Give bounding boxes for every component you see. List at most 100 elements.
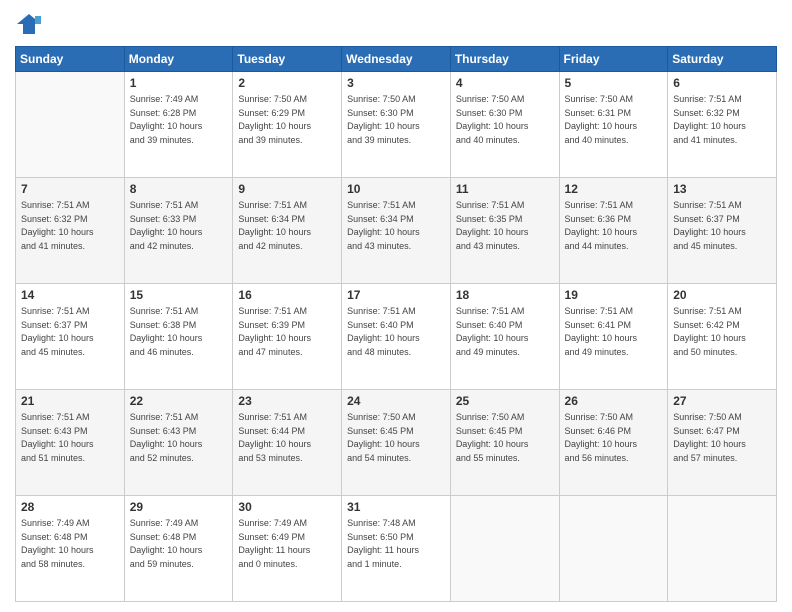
day-info: Sunrise: 7:49 AM Sunset: 6:28 PM Dayligh…	[130, 93, 228, 147]
day-number: 15	[130, 288, 228, 302]
day-number: 12	[565, 182, 663, 196]
day-info: Sunrise: 7:51 AM Sunset: 6:32 PM Dayligh…	[21, 199, 119, 253]
day-number: 16	[238, 288, 336, 302]
day-number: 28	[21, 500, 119, 514]
calendar-cell: 5 Sunrise: 7:50 AM Sunset: 6:31 PM Daylig…	[559, 72, 668, 178]
calendar-week-0: 1 Sunrise: 7:49 AM Sunset: 6:28 PM Daylig…	[16, 72, 777, 178]
calendar-cell: 20 Sunrise: 7:51 AM Sunset: 6:42 PM Dayli…	[668, 284, 777, 390]
day-number: 19	[565, 288, 663, 302]
logo-icon	[15, 10, 43, 38]
header	[15, 10, 777, 38]
day-info: Sunrise: 7:51 AM Sunset: 6:40 PM Dayligh…	[456, 305, 554, 359]
calendar-cell: 14 Sunrise: 7:51 AM Sunset: 6:37 PM Dayli…	[16, 284, 125, 390]
day-number: 1	[130, 76, 228, 90]
calendar-cell: 18Sunrise: 7:51 AM Sunset: 6:40 PM Dayli…	[450, 284, 559, 390]
day-info: Sunrise: 7:50 AM Sunset: 6:30 PM Dayligh…	[347, 93, 445, 147]
calendar-cell: 21Sunrise: 7:51 AM Sunset: 6:43 PM Dayli…	[16, 390, 125, 496]
calendar-cell: 26 Sunrise: 7:50 AM Sunset: 6:46 PM Dayli…	[559, 390, 668, 496]
calendar-cell	[16, 72, 125, 178]
calendar-cell: 23Sunrise: 7:51 AM Sunset: 6:44 PM Dayli…	[233, 390, 342, 496]
day-info: Sunrise: 7:51 AM Sunset: 6:39 PM Dayligh…	[238, 305, 336, 359]
day-info: Sunrise: 7:51 AM Sunset: 6:33 PM Dayligh…	[130, 199, 228, 253]
day-info: Sunrise: 7:51 AM Sunset: 6:34 PM Dayligh…	[238, 199, 336, 253]
calendar-cell: 27 Sunrise: 7:50 AM Sunset: 6:47 PM Dayli…	[668, 390, 777, 496]
day-number: 17	[347, 288, 445, 302]
col-header-sunday: Sunday	[16, 47, 125, 72]
calendar-cell: 6 Sunrise: 7:51 AM Sunset: 6:32 PM Daylig…	[668, 72, 777, 178]
day-number: 26	[565, 394, 663, 408]
day-number: 24	[347, 394, 445, 408]
calendar-week-1: 7 Sunrise: 7:51 AM Sunset: 6:32 PM Daylig…	[16, 178, 777, 284]
calendar-cell: 3Sunrise: 7:50 AM Sunset: 6:30 PM Daylig…	[342, 72, 451, 178]
day-info: Sunrise: 7:50 AM Sunset: 6:31 PM Dayligh…	[565, 93, 663, 147]
day-info: Sunrise: 7:51 AM Sunset: 6:42 PM Dayligh…	[673, 305, 771, 359]
calendar-cell: 29Sunrise: 7:49 AM Sunset: 6:48 PM Dayli…	[124, 496, 233, 602]
day-info: Sunrise: 7:48 AM Sunset: 6:50 PM Dayligh…	[347, 517, 445, 571]
calendar-cell: 8 Sunrise: 7:51 AM Sunset: 6:33 PM Daylig…	[124, 178, 233, 284]
day-info: Sunrise: 7:50 AM Sunset: 6:45 PM Dayligh…	[347, 411, 445, 465]
day-number: 14	[21, 288, 119, 302]
col-header-tuesday: Tuesday	[233, 47, 342, 72]
day-info: Sunrise: 7:50 AM Sunset: 6:29 PM Dayligh…	[238, 93, 336, 147]
day-number: 13	[673, 182, 771, 196]
day-number: 30	[238, 500, 336, 514]
calendar-table: SundayMondayTuesdayWednesdayThursdayFrid…	[15, 46, 777, 602]
day-info: Sunrise: 7:50 AM Sunset: 6:46 PM Dayligh…	[565, 411, 663, 465]
logo	[15, 10, 47, 38]
day-info: Sunrise: 7:51 AM Sunset: 6:40 PM Dayligh…	[347, 305, 445, 359]
day-info: Sunrise: 7:51 AM Sunset: 6:34 PM Dayligh…	[347, 199, 445, 253]
col-header-friday: Friday	[559, 47, 668, 72]
day-number: 10	[347, 182, 445, 196]
day-number: 9	[238, 182, 336, 196]
day-number: 27	[673, 394, 771, 408]
day-number: 23	[238, 394, 336, 408]
day-info: Sunrise: 7:49 AM Sunset: 6:48 PM Dayligh…	[130, 517, 228, 571]
day-info: Sunrise: 7:51 AM Sunset: 6:37 PM Dayligh…	[21, 305, 119, 359]
col-header-wednesday: Wednesday	[342, 47, 451, 72]
day-info: Sunrise: 7:49 AM Sunset: 6:48 PM Dayligh…	[21, 517, 119, 571]
day-number: 22	[130, 394, 228, 408]
calendar-cell: 31 Sunrise: 7:48 AM Sunset: 6:50 PM Dayli…	[342, 496, 451, 602]
col-header-monday: Monday	[124, 47, 233, 72]
day-number: 11	[456, 182, 554, 196]
calendar-cell: 10 Sunrise: 7:51 AM Sunset: 6:34 PM Dayli…	[342, 178, 451, 284]
calendar-cell: 17 Sunrise: 7:51 AM Sunset: 6:40 PM Dayli…	[342, 284, 451, 390]
calendar-cell: 2 Sunrise: 7:50 AM Sunset: 6:29 PM Daylig…	[233, 72, 342, 178]
day-info: Sunrise: 7:50 AM Sunset: 6:47 PM Dayligh…	[673, 411, 771, 465]
day-number: 20	[673, 288, 771, 302]
day-number: 31	[347, 500, 445, 514]
day-info: Sunrise: 7:49 AM Sunset: 6:49 PM Dayligh…	[238, 517, 336, 571]
calendar-cell: 22Sunrise: 7:51 AM Sunset: 6:43 PM Dayli…	[124, 390, 233, 496]
calendar-cell: 12Sunrise: 7:51 AM Sunset: 6:36 PM Dayli…	[559, 178, 668, 284]
day-info: Sunrise: 7:51 AM Sunset: 6:35 PM Dayligh…	[456, 199, 554, 253]
calendar-cell	[668, 496, 777, 602]
calendar-cell: 25Sunrise: 7:50 AM Sunset: 6:45 PM Dayli…	[450, 390, 559, 496]
calendar-cell: 7 Sunrise: 7:51 AM Sunset: 6:32 PM Daylig…	[16, 178, 125, 284]
day-info: Sunrise: 7:51 AM Sunset: 6:41 PM Dayligh…	[565, 305, 663, 359]
calendar-header-row: SundayMondayTuesdayWednesdayThursdayFrid…	[16, 47, 777, 72]
page: SundayMondayTuesdayWednesdayThursdayFrid…	[0, 0, 792, 612]
day-number: 7	[21, 182, 119, 196]
day-number: 21	[21, 394, 119, 408]
day-info: Sunrise: 7:50 AM Sunset: 6:30 PM Dayligh…	[456, 93, 554, 147]
calendar-week-2: 14 Sunrise: 7:51 AM Sunset: 6:37 PM Dayli…	[16, 284, 777, 390]
day-number: 6	[673, 76, 771, 90]
calendar-cell: 15 Sunrise: 7:51 AM Sunset: 6:38 PM Dayli…	[124, 284, 233, 390]
calendar-cell: 30 Sunrise: 7:49 AM Sunset: 6:49 PM Dayli…	[233, 496, 342, 602]
day-number: 5	[565, 76, 663, 90]
col-header-saturday: Saturday	[668, 47, 777, 72]
calendar-cell: 24 Sunrise: 7:50 AM Sunset: 6:45 PM Dayli…	[342, 390, 451, 496]
day-info: Sunrise: 7:51 AM Sunset: 6:32 PM Dayligh…	[673, 93, 771, 147]
day-number: 8	[130, 182, 228, 196]
calendar-cell: 1 Sunrise: 7:49 AM Sunset: 6:28 PM Daylig…	[124, 72, 233, 178]
day-number: 4	[456, 76, 554, 90]
day-info: Sunrise: 7:51 AM Sunset: 6:37 PM Dayligh…	[673, 199, 771, 253]
day-number: 2	[238, 76, 336, 90]
day-info: Sunrise: 7:51 AM Sunset: 6:38 PM Dayligh…	[130, 305, 228, 359]
calendar-cell: 11 Sunrise: 7:51 AM Sunset: 6:35 PM Dayli…	[450, 178, 559, 284]
calendar-cell	[450, 496, 559, 602]
calendar-cell: 28 Sunrise: 7:49 AM Sunset: 6:48 PM Dayli…	[16, 496, 125, 602]
calendar-cell: 13 Sunrise: 7:51 AM Sunset: 6:37 PM Dayli…	[668, 178, 777, 284]
calendar-cell: 19 Sunrise: 7:51 AM Sunset: 6:41 PM Dayli…	[559, 284, 668, 390]
col-header-thursday: Thursday	[450, 47, 559, 72]
